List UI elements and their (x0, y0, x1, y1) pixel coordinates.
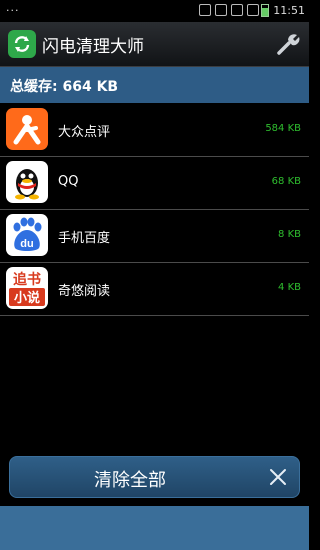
zhuishu-icon-text-bottom: 小说 (14, 290, 40, 306)
battery-icon (261, 4, 269, 17)
zhuishu-icon: 追书 小说 (6, 267, 48, 309)
baidu-icon: du (6, 214, 48, 256)
app-name: 大众点评 (58, 125, 111, 140)
list-item[interactable]: QQ 68 KB (0, 157, 309, 210)
app-cache-list: 大众点评 584 KB QQ 68 KB du 手机百度 8 KB 追书 小说 … (0, 104, 309, 316)
app-name: QQ (58, 174, 79, 189)
list-item[interactable]: du 手机百度 8 KB (0, 210, 309, 263)
list-item[interactable]: 大众点评 584 KB (0, 104, 309, 157)
app-header: 闪电清理大师 (0, 22, 309, 67)
settings-button[interactable] (275, 31, 301, 57)
cache-size: 4 KB (278, 282, 301, 293)
cache-size: 68 KB (271, 176, 301, 187)
sim2-icon (231, 4, 243, 16)
app-name: 手机百度 (58, 231, 111, 246)
clear-all-label: 清除全部 (94, 470, 166, 491)
cache-size: 8 KB (278, 229, 301, 240)
total-cache-bar: 总缓存: 664 KB (0, 67, 309, 103)
bottom-bar (0, 506, 309, 550)
signal-icon (247, 4, 259, 16)
zhuishu-icon-text-top: 追书 (13, 271, 41, 288)
page-title: 闪电清理大师 (42, 37, 144, 57)
status-dots: ··· (6, 4, 20, 17)
sim1-icon (215, 4, 227, 16)
list-item[interactable]: 追书 小说 奇悠阅读 4 KB (0, 263, 309, 316)
refresh-app-icon (8, 30, 36, 58)
cache-size: 584 KB (265, 123, 301, 134)
total-cache-label: 总缓存: 664 KB (10, 79, 119, 95)
status-bar: ··· 11:51 (0, 0, 309, 22)
app-name: 奇悠阅读 (58, 284, 111, 299)
status-icons (199, 4, 259, 16)
clear-all-button[interactable]: 清除全部 (9, 456, 300, 498)
qq-icon (6, 161, 48, 203)
mute-icon (199, 4, 211, 16)
dianping-icon (6, 108, 48, 150)
status-time: 11:51 (273, 4, 305, 17)
wrench-icon (277, 34, 300, 55)
baidu-icon-text: du (20, 238, 33, 250)
close-icon[interactable] (269, 468, 287, 486)
